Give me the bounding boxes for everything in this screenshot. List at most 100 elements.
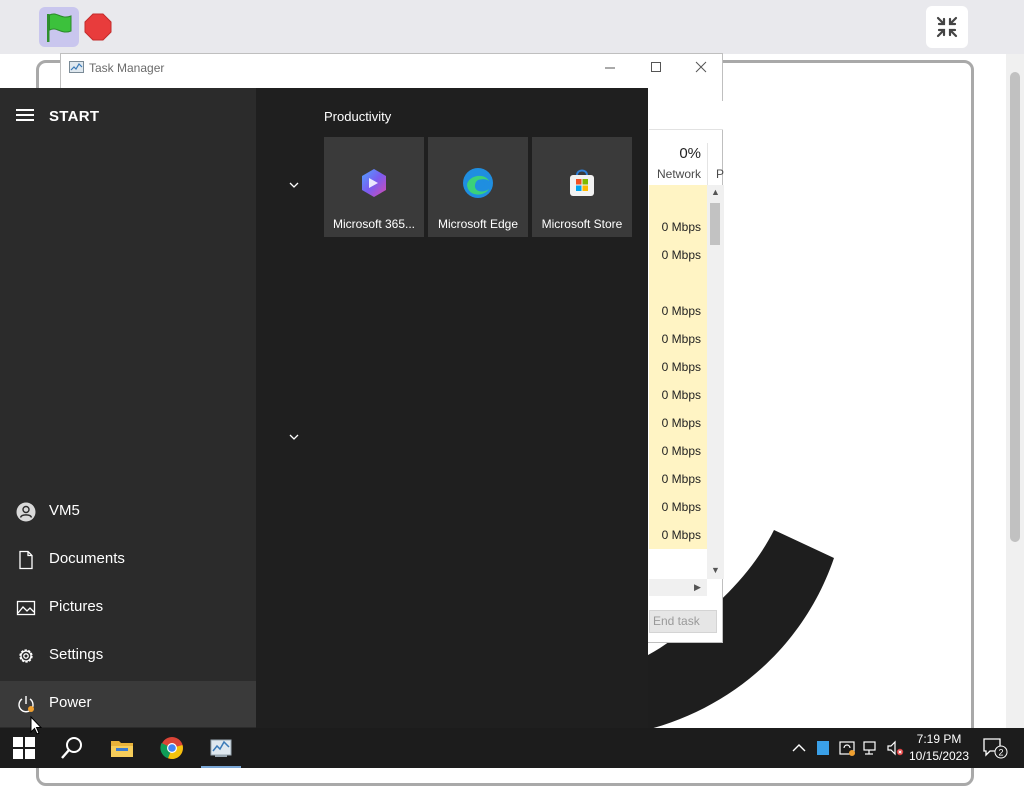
next-column-label[interactable]: P (716, 167, 724, 181)
task-manager-icon (210, 739, 232, 757)
pictures-icon (16, 600, 36, 616)
start-menu: START VM5 Documents Pictures Settings Po… (0, 88, 648, 728)
page-scrollbar-thumb[interactable] (1010, 72, 1020, 542)
start-menu-title: START (49, 108, 100, 125)
network-label: Network (656, 167, 701, 181)
network-value: 0 Mbps (661, 444, 701, 458)
network-value: 0 Mbps (661, 248, 701, 262)
table-row[interactable]: 0 Mbps (649, 297, 707, 325)
tray-app-icon[interactable] (814, 739, 832, 757)
table-row[interactable] (649, 269, 707, 297)
network-value: 0 Mbps (661, 332, 701, 346)
sidebar-item-settings[interactable]: Settings (0, 633, 256, 679)
start-menu-sidebar: START VM5 Documents Pictures Settings Po… (0, 88, 256, 728)
network-value: 0 Mbps (661, 220, 701, 234)
clock-time[interactable]: 7:19 PM (904, 732, 974, 746)
microsoft-365-icon (362, 169, 386, 197)
notification-icon: 2 (983, 738, 1008, 759)
network-percent: 0% (679, 145, 701, 162)
scroll-down-icon[interactable]: ▼ (707, 565, 724, 575)
network-value: 0 Mbps (661, 500, 701, 514)
horizontal-scrollbar[interactable]: ▶ (649, 579, 707, 596)
maximize-icon (651, 62, 661, 72)
vertical-scrollbar-thumb[interactable] (710, 203, 720, 245)
gear-icon (19, 649, 33, 663)
table-row[interactable]: 0 Mbps (649, 465, 707, 493)
page-scrollbar[interactable] (1006, 54, 1024, 728)
sidebar-item-label: Documents (49, 550, 125, 567)
tile-microsoft-store[interactable]: Microsoft Store (532, 137, 632, 237)
sidebar-item-label: Power (49, 694, 92, 711)
close-icon (695, 61, 707, 73)
table-row[interactable]: 0 Mbps (649, 437, 707, 465)
shrink-icon (936, 16, 958, 38)
scroll-right-icon[interactable]: ▶ (689, 582, 706, 593)
search-button[interactable] (48, 728, 96, 768)
green-flag-button[interactable] (39, 7, 79, 47)
tile-group-title: Productivity (324, 109, 392, 124)
top-toolbar (0, 0, 1024, 54)
network-value: 0 Mbps (661, 304, 701, 318)
tile-microsoft-edge[interactable]: Microsoft Edge (428, 137, 528, 237)
folder-icon (111, 741, 133, 757)
tile-label: Microsoft 365... (332, 217, 416, 231)
store-icon (570, 169, 594, 196)
network-column-header[interactable]: 0% Network (649, 143, 708, 185)
table-row[interactable]: 0 Mbps (649, 493, 707, 521)
chrome-icon (160, 737, 183, 760)
document-icon (19, 550, 33, 570)
network-value: 0 Mbps (661, 360, 701, 374)
network-icon[interactable] (862, 739, 880, 757)
stop-icon (84, 13, 112, 41)
table-row[interactable]: 0 Mbps (649, 325, 707, 353)
scroll-up-icon[interactable]: ▲ (707, 187, 724, 197)
chevron-down-icon[interactable] (286, 180, 302, 190)
minimize-icon (605, 67, 615, 69)
chevron-up-icon[interactable] (790, 739, 808, 757)
table-row[interactable] (649, 185, 707, 213)
network-value: 0 Mbps (661, 472, 701, 486)
flag-icon (47, 13, 72, 42)
chrome-button[interactable] (148, 728, 196, 768)
clock-date[interactable]: 10/15/2023 (904, 749, 974, 763)
file-explorer-button[interactable] (98, 728, 146, 768)
table-row[interactable]: 0 Mbps (649, 409, 707, 437)
notification-center-button[interactable]: 2 (982, 736, 1008, 760)
task-manager-taskbar-button[interactable] (197, 728, 245, 768)
table-row[interactable]: 0 Mbps (649, 521, 707, 549)
search-icon (61, 737, 82, 759)
sidebar-item-documents[interactable]: Documents (0, 537, 256, 583)
minimize-button[interactable] (587, 54, 633, 84)
network-value: 0 Mbps (661, 528, 701, 542)
notification-count: 2 (998, 748, 1003, 758)
hamburger-icon[interactable] (16, 109, 34, 123)
volume-muted-icon[interactable] (886, 739, 904, 757)
tile-microsoft-365[interactable]: Microsoft 365... (324, 137, 424, 237)
edge-icon (463, 168, 493, 198)
mouse-cursor-icon (30, 716, 42, 735)
power-icon (18, 696, 34, 713)
vertical-scrollbar[interactable]: ▲ ▼ (707, 185, 724, 579)
tab-strip (649, 101, 723, 130)
close-button[interactable] (678, 54, 724, 84)
sidebar-item-label: VM5 (49, 502, 80, 519)
end-task-button[interactable]: End task (649, 610, 717, 633)
table-row[interactable]: 0 Mbps (649, 353, 707, 381)
network-value: 0 Mbps (661, 416, 701, 430)
table-row[interactable]: 0 Mbps (649, 213, 707, 241)
exit-fullscreen-button[interactable] (926, 6, 968, 48)
network-value: 0 Mbps (661, 388, 701, 402)
table-row[interactable]: 0 Mbps (649, 241, 707, 269)
update-icon[interactable] (838, 739, 856, 757)
maximize-button[interactable] (633, 54, 679, 84)
window-title: Task Manager (89, 61, 165, 75)
tile-label: Microsoft Edge (437, 217, 519, 231)
stop-button[interactable] (84, 13, 112, 41)
user-icon (16, 502, 36, 522)
sidebar-item-label: Pictures (49, 598, 104, 615)
table-row[interactable]: 0 Mbps (649, 381, 707, 409)
taskbar: 7:19 PM 10/15/2023 2 (0, 728, 1024, 768)
chevron-down-icon[interactable] (286, 432, 302, 442)
sidebar-item-user[interactable]: VM5 (0, 489, 256, 535)
sidebar-item-pictures[interactable]: Pictures (0, 585, 256, 631)
